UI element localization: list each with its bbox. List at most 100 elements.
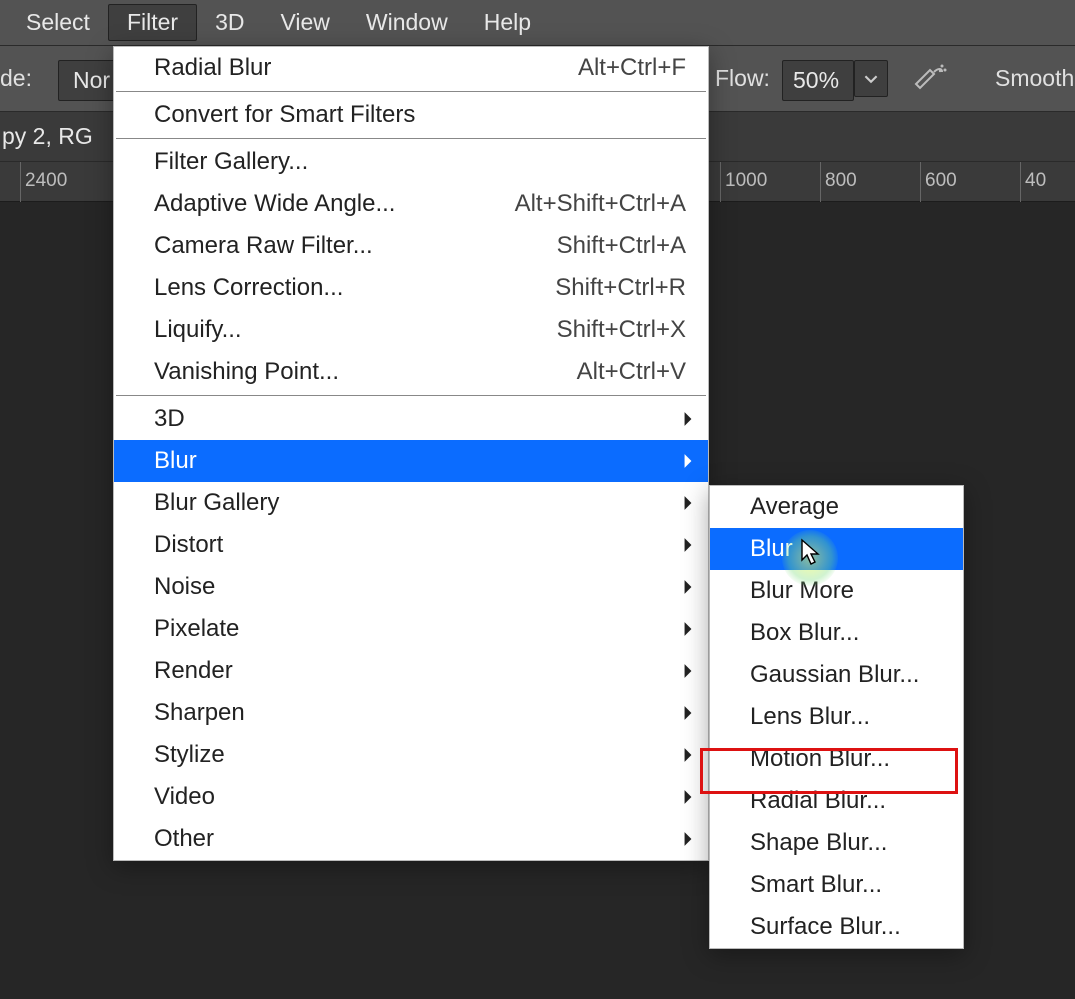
ruler-tick: 1000 (720, 162, 767, 202)
menu-item[interactable]: Video (114, 776, 708, 818)
submenu-item-label: Blur (750, 535, 941, 563)
menu-item[interactable]: Distort (114, 524, 708, 566)
submenu-item[interactable]: Blur More (710, 570, 963, 612)
submenu-arrow-icon (682, 747, 694, 763)
flow-dropdown-button[interactable] (854, 60, 888, 97)
menu-filter[interactable]: Filter (108, 4, 197, 41)
menu-item-shortcut: Alt+Ctrl+F (554, 54, 686, 82)
menu-item-label: Stylize (154, 741, 686, 769)
submenu-item[interactable]: Motion Blur... (710, 738, 963, 780)
menu-item[interactable]: Noise (114, 566, 708, 608)
menu-help[interactable]: Help (466, 5, 549, 40)
menu-separator (116, 138, 706, 139)
airbrush-icon[interactable] (912, 62, 948, 98)
menu-item-label: Blur Gallery (154, 489, 686, 517)
menu-item-label: Radial Blur (154, 54, 554, 82)
mode-label: de: (0, 65, 38, 92)
menu-item[interactable]: Filter Gallery... (114, 141, 708, 183)
menu-3d[interactable]: 3D (197, 5, 262, 40)
menubar: Select Filter 3D View Window Help (0, 0, 1075, 46)
menu-separator (116, 395, 706, 396)
menu-item-label: Pixelate (154, 615, 686, 643)
menu-item-shortcut: Shift+Ctrl+A (533, 232, 686, 260)
menu-item-label: Noise (154, 573, 686, 601)
flow-label: Flow: (715, 65, 770, 92)
menu-separator (116, 91, 706, 92)
submenu-item[interactable]: Average (710, 486, 963, 528)
menu-item-label: Vanishing Point... (154, 358, 553, 386)
ruler-tick-label: 2400 (21, 170, 67, 192)
ruler-tick-label: 800 (821, 170, 857, 192)
menu-item-label: Blur (154, 447, 686, 475)
menu-item[interactable]: 3D (114, 398, 708, 440)
menu-item[interactable]: Pixelate (114, 608, 708, 650)
menu-item[interactable]: Vanishing Point...Alt+Ctrl+V (114, 351, 708, 393)
submenu-arrow-icon (682, 789, 694, 805)
menu-item-label: Filter Gallery... (154, 148, 686, 176)
menu-item-label: Adaptive Wide Angle... (154, 190, 491, 218)
menu-item[interactable]: Adaptive Wide Angle...Alt+Shift+Ctrl+A (114, 183, 708, 225)
document-tab[interactable]: py 2, RG (2, 123, 93, 150)
submenu-item[interactable]: Lens Blur... (710, 696, 963, 738)
menu-item[interactable]: Blur Gallery (114, 482, 708, 524)
ruler-tick-label: 40 (1021, 170, 1046, 192)
menu-item-label: Convert for Smart Filters (154, 101, 686, 129)
submenu-item-label: Motion Blur... (750, 745, 941, 773)
submenu-item[interactable]: Shape Blur... (710, 822, 963, 864)
menu-item[interactable]: Blur (114, 440, 708, 482)
menu-select[interactable]: Select (8, 5, 108, 40)
submenu-arrow-icon (682, 411, 694, 427)
submenu-item-label: Smart Blur... (750, 871, 941, 899)
submenu-item[interactable]: Blur (710, 528, 963, 570)
menu-view[interactable]: View (262, 5, 347, 40)
menu-item[interactable]: Convert for Smart Filters (114, 94, 708, 136)
menu-item[interactable]: Render (114, 650, 708, 692)
submenu-item-label: Gaussian Blur... (750, 661, 941, 689)
filter-menu: Radial BlurAlt+Ctrl+F Convert for Smart F… (113, 46, 709, 861)
menu-item-label: Liquify... (154, 316, 533, 344)
menu-item-label: Video (154, 783, 686, 811)
smoothing-label: Smooth (995, 65, 1074, 92)
chevron-down-icon (864, 72, 878, 86)
submenu-item-label: Shape Blur... (750, 829, 941, 857)
menu-item-shortcut: Shift+Ctrl+X (533, 316, 686, 344)
submenu-item[interactable]: Box Blur... (710, 612, 963, 654)
submenu-item-label: Blur More (750, 577, 941, 605)
menu-item-label: Render (154, 657, 686, 685)
menu-item-label: Lens Correction... (154, 274, 531, 302)
menu-item-shortcut: Alt+Shift+Ctrl+A (491, 190, 686, 218)
submenu-item-label: Box Blur... (750, 619, 941, 647)
submenu-item[interactable]: Gaussian Blur... (710, 654, 963, 696)
submenu-item-label: Average (750, 493, 941, 521)
submenu-item[interactable]: Surface Blur... (710, 906, 963, 948)
ruler-tick-label: 600 (921, 170, 957, 192)
menu-item[interactable]: Camera Raw Filter...Shift+Ctrl+A (114, 225, 708, 267)
menu-window[interactable]: Window (348, 5, 466, 40)
submenu-arrow-icon (682, 537, 694, 553)
menu-item[interactable]: Liquify...Shift+Ctrl+X (114, 309, 708, 351)
submenu-item-label: Surface Blur... (750, 913, 941, 941)
menu-item[interactable]: Sharpen (114, 692, 708, 734)
menu-item-label: 3D (154, 405, 686, 433)
menu-item[interactable]: Radial BlurAlt+Ctrl+F (114, 47, 708, 89)
submenu-item-label: Lens Blur... (750, 703, 941, 731)
menu-item-label: Camera Raw Filter... (154, 232, 533, 260)
menu-item-label: Other (154, 825, 686, 853)
ruler-tick: 800 (820, 162, 857, 202)
menu-item[interactable]: Lens Correction...Shift+Ctrl+R (114, 267, 708, 309)
menu-item[interactable]: Other (114, 818, 708, 860)
ruler-tick: 600 (920, 162, 957, 202)
menu-item[interactable]: Stylize (114, 734, 708, 776)
submenu-arrow-icon (682, 621, 694, 637)
submenu-item[interactable]: Smart Blur... (710, 864, 963, 906)
menu-item-label: Distort (154, 531, 686, 559)
submenu-arrow-icon (682, 453, 694, 469)
menu-item-shortcut: Shift+Ctrl+R (531, 274, 686, 302)
ruler-tick: 2400 (20, 162, 67, 202)
ruler-tick: 40 (1020, 162, 1046, 202)
ruler-tick-label: 1000 (721, 170, 767, 192)
flow-input[interactable]: 50% (782, 60, 854, 101)
blur-submenu: Average Blur Blur More Box Blur... Gaussian … (709, 485, 964, 949)
submenu-arrow-icon (682, 663, 694, 679)
submenu-item[interactable]: Radial Blur... (710, 780, 963, 822)
